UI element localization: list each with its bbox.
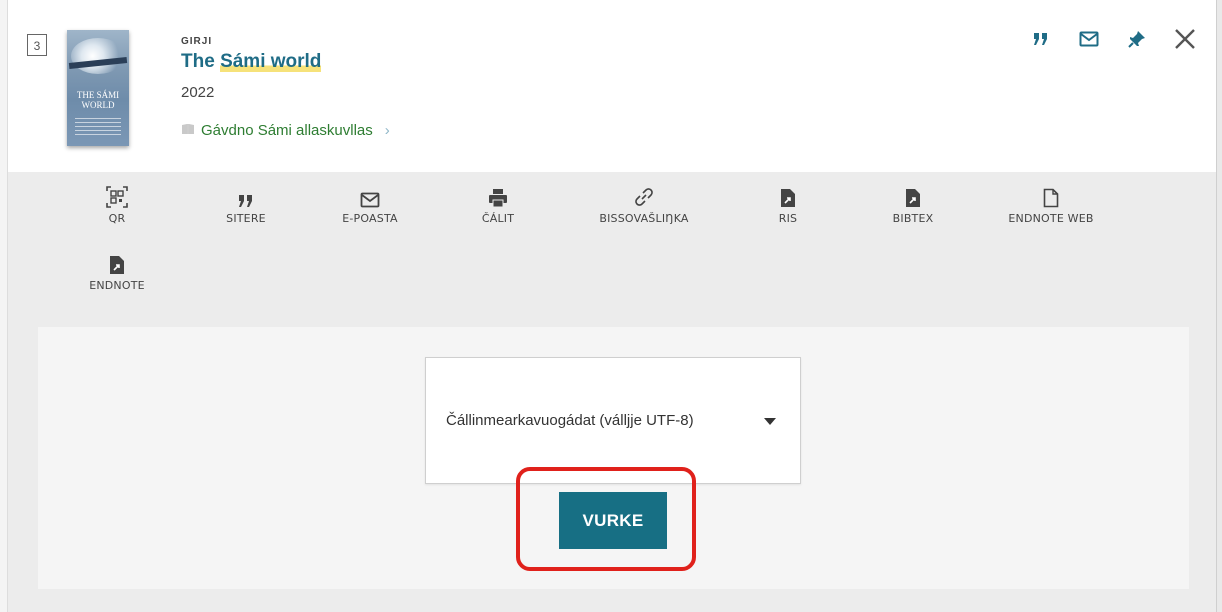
file-export-icon xyxy=(733,182,843,208)
record-actions xyxy=(1028,26,1198,52)
title-highlight: Sámi world xyxy=(220,51,322,72)
tool-label: RIS xyxy=(778,212,798,225)
tool-label: ČÁLIT xyxy=(481,212,515,225)
cover-title: THE SÁMI WORLD xyxy=(76,90,120,110)
tool-cite[interactable]: SITERE xyxy=(191,182,301,225)
tool-label: E-POASTA xyxy=(342,212,398,225)
quote-icon[interactable] xyxy=(1028,26,1054,52)
dropdown-arrow-icon xyxy=(764,418,776,425)
chevron-right-icon: › xyxy=(384,122,390,139)
scrollbar[interactable] xyxy=(1216,0,1222,612)
encoding-select-value: Čállinmearkavuogádat (válljje UTF-8) xyxy=(446,412,694,429)
mail-icon xyxy=(315,182,425,208)
file-export-icon xyxy=(858,182,968,208)
pin-icon[interactable] xyxy=(1124,26,1150,52)
download-button[interactable]: VURKE xyxy=(559,492,667,549)
tool-endnote-web[interactable]: ENDNOTE WEB xyxy=(996,182,1106,225)
cover-art xyxy=(71,38,125,74)
cover-text-lines xyxy=(75,118,121,136)
tool-permalink[interactable]: BISSOVAŠLIŊKA xyxy=(589,182,699,225)
encoding-select[interactable]: Čállinmearkavuogádat (válljje UTF-8) xyxy=(425,357,801,484)
record-number: 3 xyxy=(27,34,47,56)
tool-ris[interactable]: RIS xyxy=(733,182,843,225)
tool-endnote[interactable]: ENDNOTE xyxy=(62,249,172,292)
file-export-icon xyxy=(62,249,172,275)
tool-qr[interactable]: QR xyxy=(62,182,172,225)
tool-print[interactable]: ČÁLIT xyxy=(443,182,553,225)
publication-year: 2022 xyxy=(181,84,215,101)
tool-label: BIBTEX xyxy=(892,212,934,225)
book-cover-image[interactable]: THE SÁMI WORLD xyxy=(67,30,129,146)
qr-icon xyxy=(62,182,172,208)
title-prefix: The xyxy=(181,51,221,72)
availability-text: Gávdno Sámi allaskuvllas xyxy=(201,122,373,139)
tool-label: QR xyxy=(108,212,126,225)
full-record-view: 3 THE SÁMI WORLD GIRJI The Sámi world 20… xyxy=(0,0,1222,612)
record-header: 3 THE SÁMI WORLD GIRJI The Sámi world 20… xyxy=(8,0,1216,172)
tool-label: SITERE xyxy=(226,212,266,225)
tool-label: ENDNOTE xyxy=(89,279,145,292)
record-title[interactable]: The Sámi world xyxy=(181,51,322,73)
tool-label: BISSOVAŠLIŊKA xyxy=(599,212,689,225)
book-icon xyxy=(181,123,195,138)
tool-bibtex[interactable]: BIBTEX xyxy=(858,182,968,225)
tool-label: ENDNOTE WEB xyxy=(1008,212,1094,225)
export-panel: Čállinmearkavuogádat (válljje UTF-8) VUR… xyxy=(38,327,1189,589)
print-icon xyxy=(443,182,553,208)
left-edge xyxy=(0,0,8,612)
quote-icon xyxy=(191,182,301,208)
availability-link[interactable]: Gávdno Sámi allaskuvllas › xyxy=(181,122,390,139)
file-icon xyxy=(996,182,1106,208)
close-icon[interactable] xyxy=(1172,26,1198,52)
mail-icon[interactable] xyxy=(1076,26,1102,52)
link-icon xyxy=(589,182,699,208)
send-to-toolbar: QR SITERE E-POASTA ČÁLIT BISSOVAŠLIŊKA R… xyxy=(8,172,1216,612)
material-type: GIRJI xyxy=(181,36,213,47)
tool-email[interactable]: E-POASTA xyxy=(315,182,425,225)
